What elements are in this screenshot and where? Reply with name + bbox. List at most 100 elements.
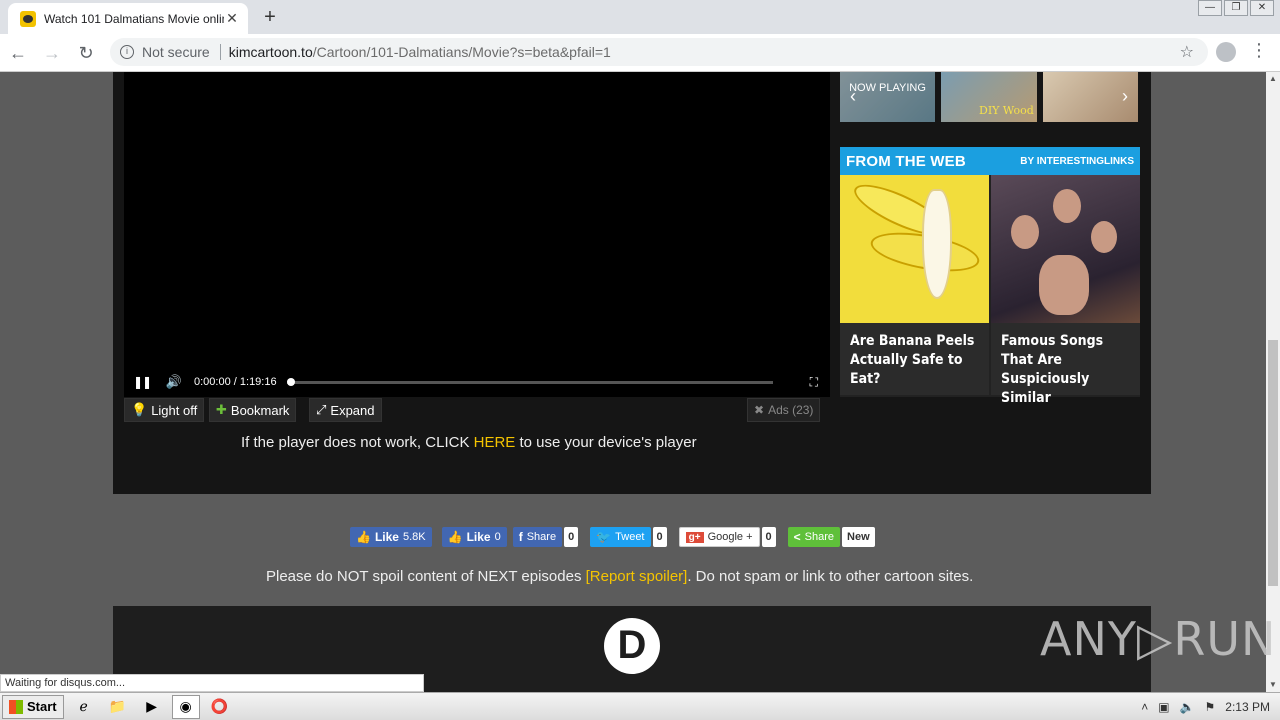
band-photo-image [991, 175, 1140, 323]
opera-icon[interactable]: ⭕ [206, 695, 234, 719]
page-viewport: ❚❚ 🔊 0:00:00 / 1:19:16 ⛶ 💡 Light off ✚ Boo… [0, 72, 1266, 692]
facebook-like-button[interactable]: 👍 Like 5.8K [350, 527, 432, 547]
note-text-before: If the player does not work, CLICK [241, 434, 474, 451]
lightbulb-icon: 💡 [131, 402, 148, 417]
tray-expand-icon[interactable]: ˄ [1141, 700, 1148, 714]
spoiler-warning: Please do NOT spoil content of NEXT epis… [266, 568, 973, 585]
plus-icon: ✚ [216, 402, 227, 417]
share-button[interactable]: < Share [787, 527, 841, 547]
thumbs-up-icon: 👍 [356, 530, 371, 544]
expand-label: Expand [330, 402, 375, 418]
tweet-button[interactable]: 🐦 Tweet [590, 527, 651, 547]
start-button[interactable]: Start [2, 694, 64, 719]
windows-logo-icon [9, 699, 23, 714]
bookmark-star-icon[interactable]: ☆ [1180, 42, 1194, 62]
report-spoiler-link[interactable]: [Report spoiler] [586, 568, 688, 585]
from-the-web-by[interactable]: BY INTERESTINGLINKS [1020, 156, 1134, 167]
spoiler-text-after: . Do not spam or link to other cartoon s… [687, 568, 974, 585]
twitter-bird-icon: 🐦 [596, 530, 612, 544]
from-the-web-widget: FROM THE WEB BY INTERESTINGLINKS Are Ban… [840, 147, 1140, 406]
file-explorer-icon[interactable]: 📁 [104, 695, 132, 719]
pause-icon[interactable]: ❚❚ [124, 375, 160, 389]
time-current: 0:00:00 [194, 376, 231, 388]
tab-strip: Watch 101 Dalmatians Movie online i ✕ + … [0, 0, 1280, 34]
spoiler-text-before: Please do NOT spoil content of NEXT epis… [266, 568, 586, 585]
face-shape [1053, 189, 1081, 223]
carousel-thumb[interactable]: › [1043, 72, 1138, 122]
start-label: Start [27, 699, 57, 714]
video-player[interactable]: ❚❚ 🔊 0:00:00 / 1:19:16 ⛶ [124, 72, 830, 397]
network-icon[interactable]: ▣ [1158, 700, 1169, 714]
speaker-icon[interactable]: 🔈 [1180, 700, 1195, 714]
browser-menu-icon[interactable]: ⋮ [1250, 40, 1268, 61]
minimize-button[interactable]: — [1198, 0, 1222, 16]
facebook-like-button-2[interactable]: 👍 Like 0 [441, 527, 507, 547]
fb-like-label: Like [466, 530, 491, 544]
bookmark-label: Bookmark [230, 402, 290, 418]
light-off-button[interactable]: 💡 Light off [124, 398, 205, 422]
expand-icon: ⤢ [316, 402, 327, 417]
back-arrow-icon[interactable]: ← [2, 37, 34, 69]
fb-like-label: Like [374, 530, 399, 544]
disqus-logo-icon: D [604, 618, 660, 674]
fullscreen-icon[interactable]: ⛶ [810, 375, 818, 390]
promo-card[interactable]: Famous Songs That Are Suspiciously Simil… [991, 175, 1140, 406]
scrollbar-thumb[interactable] [1268, 340, 1278, 586]
seek-bar[interactable] [286, 377, 773, 386]
diy-wood-label: DIY Wood [979, 104, 1034, 117]
tweet-count: 0 [652, 527, 667, 547]
carousel-prev-icon[interactable]: ‹ [850, 86, 856, 107]
light-off-label: Light off [151, 402, 198, 418]
fb-like-count: 0 [494, 531, 501, 543]
page-scrollbar[interactable]: ▲ ▼ [1266, 72, 1280, 692]
seek-handle[interactable] [286, 377, 295, 386]
promo-card[interactable]: Are Banana Peels Actually Safe to Eat? [840, 175, 989, 395]
fb-share-count: 0 [564, 527, 579, 547]
site-favicon-icon [20, 10, 36, 27]
scroll-down-icon[interactable]: ▼ [1266, 678, 1280, 692]
facebook-icon: f [518, 530, 523, 544]
google-plus-button[interactable]: g+ Google + [678, 527, 760, 547]
window-controls: — ❐ ✕ [1196, 0, 1274, 16]
system-tray: ˄ ▣ 🔈 ⚑ 2:13 PM [1141, 693, 1280, 720]
action-center-flag-icon[interactable]: ⚑ [1205, 700, 1216, 714]
browser-tab[interactable]: Watch 101 Dalmatians Movie online i ✕ [8, 3, 248, 34]
time-display: 0:00:00 / 1:19:16 [194, 376, 277, 388]
from-the-web-cards: Are Banana Peels Actually Safe to Eat? F… [840, 175, 1140, 406]
new-tab-button[interactable]: + [258, 6, 282, 30]
facebook-share-button[interactable]: f Share [512, 527, 563, 547]
expand-button[interactable]: ⤢ Expand [309, 398, 382, 422]
promo-card-caption: Are Banana Peels Actually Safe to Eat? [840, 323, 989, 395]
url-path: /Cartoon/101-Dalmatians/Movie?s=beta&pfa… [312, 44, 611, 60]
device-player-link[interactable]: HERE [474, 434, 516, 451]
banana-image [840, 175, 989, 323]
internet-explorer-icon[interactable]: ℯ [70, 695, 98, 719]
from-the-web-title: FROM THE WEB [846, 152, 966, 170]
tab-close-icon[interactable]: ✕ [224, 10, 240, 27]
media-player-icon[interactable]: ▶ [138, 695, 166, 719]
close-ads-button[interactable]: ✖ Ads (23) [747, 398, 821, 422]
carousel-thumb[interactable]: NOW PLAYING ‹ [840, 72, 935, 122]
profile-avatar-icon[interactable] [1216, 42, 1236, 62]
face-shape [1011, 215, 1039, 249]
forward-arrow-icon[interactable]: → [36, 37, 68, 69]
volume-icon[interactable]: 🔊 [160, 374, 188, 390]
restore-button[interactable]: ❐ [1224, 0, 1248, 16]
video-controls: ❚❚ 🔊 0:00:00 / 1:19:16 ⛶ [124, 367, 830, 397]
fb-like-count: 5.8K [402, 531, 426, 543]
reload-icon[interactable]: ↻ [70, 37, 102, 69]
chrome-icon[interactable]: ◉ [171, 694, 200, 719]
not-secure-label: Not secure [142, 44, 210, 60]
url-host: kimcartoon.to [228, 44, 313, 60]
info-icon[interactable]: i [120, 45, 134, 59]
carousel-next-icon[interactable]: › [1122, 86, 1128, 107]
taskbar: Start ℯ 📁 ▶ ◉ ⭕ ˄ ▣ 🔈 ⚑ 2:13 PM [0, 692, 1280, 720]
x-icon: ✖ [754, 403, 765, 417]
scroll-up-icon[interactable]: ▲ [1266, 72, 1280, 86]
close-window-button[interactable]: ✕ [1250, 0, 1274, 16]
clock[interactable]: 2:13 PM [1225, 700, 1270, 714]
address-bar[interactable]: i Not secure kimcartoon.to/Cartoon/101-D… [110, 38, 1208, 66]
new-badge: New [842, 527, 875, 547]
bookmark-button[interactable]: ✚ Bookmark [209, 398, 297, 422]
carousel-thumb[interactable]: DIY Wood [941, 72, 1037, 122]
